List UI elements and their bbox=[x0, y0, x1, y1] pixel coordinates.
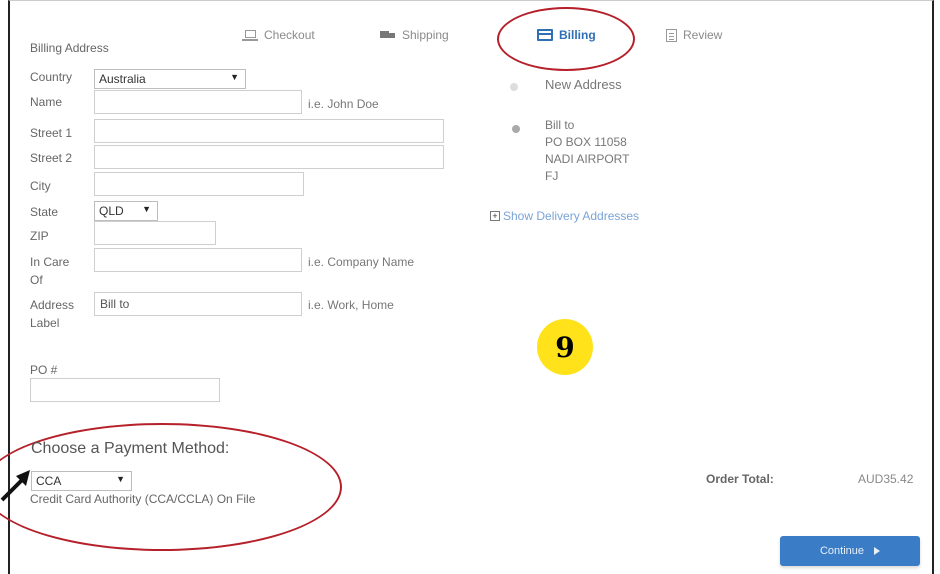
truck-icon bbox=[380, 29, 396, 41]
show-delivery-addresses-link[interactable]: + Show Delivery Addresses bbox=[490, 209, 639, 223]
in-care-label-line1: In Care bbox=[30, 255, 70, 269]
bill-to-radio[interactable] bbox=[512, 125, 520, 133]
state-value: QLD bbox=[99, 204, 124, 218]
checkout-steps: Checkout Shipping Billing Review bbox=[0, 28, 940, 48]
show-delivery-label: Show Delivery Addresses bbox=[503, 209, 640, 223]
new-address-radio[interactable] bbox=[510, 83, 518, 91]
street1-field[interactable] bbox=[94, 119, 444, 143]
payment-method-select[interactable]: CCA ▼ bbox=[31, 471, 132, 491]
country-select[interactable]: Australia ▼ bbox=[94, 69, 246, 89]
chevron-down-icon: ▼ bbox=[116, 474, 125, 484]
bill-to-line: NADI AIRPORT bbox=[545, 152, 630, 166]
zip-label: ZIP bbox=[30, 229, 49, 243]
billing-highlight-ring bbox=[497, 7, 635, 71]
in-care-label: In Care Of bbox=[30, 253, 69, 289]
address-label-hint: i.e. Work, Home bbox=[308, 298, 394, 312]
state-select[interactable]: QLD ▼ bbox=[94, 201, 158, 221]
in-care-label-line2: Of bbox=[30, 273, 43, 287]
step-review-label: Review bbox=[683, 28, 723, 42]
name-label: Name bbox=[30, 95, 63, 109]
street2-field[interactable] bbox=[94, 145, 444, 169]
step-checkout[interactable]: Checkout bbox=[242, 28, 315, 42]
new-address-label: New Address bbox=[545, 77, 622, 92]
address-label-label: Address Label bbox=[30, 296, 74, 332]
order-total-label: Order Total: bbox=[706, 472, 774, 486]
bill-to-line: PO BOX 11058 bbox=[545, 135, 627, 149]
in-care-hint: i.e. Company Name bbox=[308, 255, 415, 269]
street1-label: Street 1 bbox=[30, 126, 73, 140]
name-field[interactable] bbox=[94, 90, 302, 114]
country-value: Australia bbox=[99, 72, 146, 86]
order-total-value: AUD35.42 bbox=[858, 472, 914, 486]
step-checkout-label: Checkout bbox=[264, 28, 315, 42]
city-label: City bbox=[30, 179, 51, 193]
continue-button[interactable]: Continue bbox=[780, 536, 920, 566]
chevron-down-icon: ▼ bbox=[142, 204, 151, 214]
address-label-field[interactable]: Bill to bbox=[94, 292, 302, 316]
po-field[interactable] bbox=[30, 378, 220, 402]
step-number-badge: 9 bbox=[537, 319, 593, 375]
country-label: Country bbox=[30, 70, 73, 84]
street2-label: Street 2 bbox=[30, 151, 73, 165]
city-field[interactable] bbox=[94, 172, 304, 196]
document-icon bbox=[666, 28, 677, 42]
bill-to-address: Bill to PO BOX 11058 NADI AIRPORT FJ bbox=[545, 117, 629, 185]
address-label-line1: Address bbox=[30, 298, 75, 312]
zip-field[interactable] bbox=[94, 221, 216, 245]
play-arrow-icon bbox=[874, 547, 881, 555]
state-label: State bbox=[30, 205, 59, 219]
pointer-arrow-icon bbox=[0, 470, 30, 502]
bill-to-line: Bill to bbox=[545, 118, 575, 132]
name-hint: i.e. John Doe bbox=[308, 97, 379, 111]
bill-to-line: FJ bbox=[545, 169, 559, 183]
step-review[interactable]: Review bbox=[666, 28, 722, 42]
step-shipping[interactable]: Shipping bbox=[380, 28, 449, 42]
cart-icon bbox=[242, 29, 258, 41]
address-label-line2: Label bbox=[30, 316, 60, 330]
payment-method-note: Credit Card Authority (CCA/CCLA) On File bbox=[30, 492, 256, 506]
chevron-down-icon: ▼ bbox=[230, 72, 239, 82]
step-shipping-label: Shipping bbox=[402, 28, 449, 42]
expand-plus-icon: + bbox=[490, 211, 500, 221]
continue-label: Continue bbox=[819, 545, 865, 557]
payment-method-heading: Choose a Payment Method: bbox=[31, 440, 230, 457]
billing-address-title: Billing Address bbox=[30, 41, 109, 55]
in-care-of-field[interactable] bbox=[94, 248, 302, 272]
po-label: PO # bbox=[30, 363, 58, 377]
